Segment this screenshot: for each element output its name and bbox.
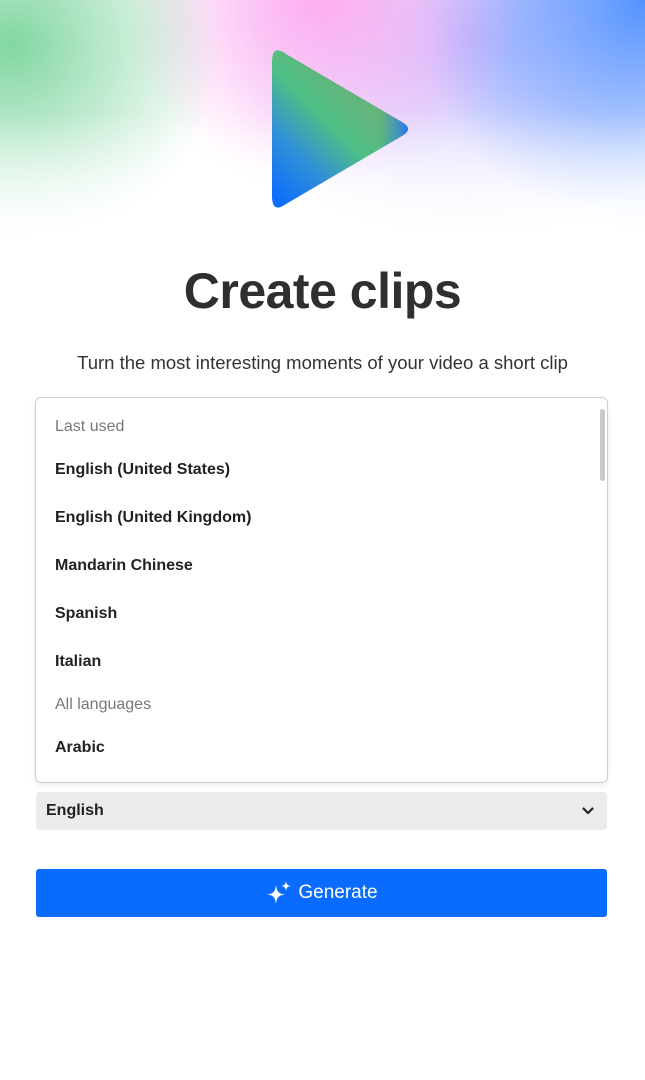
language-option-english-us[interactable]: English (United States) [55,461,230,479]
language-select-value: English [46,802,104,819]
language-option-mandarin[interactable]: Mandarin Chinese [55,557,193,575]
all-languages-header: All languages [55,696,152,713]
play-triangle-icon [272,50,408,208]
dropdown-scrollbar[interactable] [600,409,605,481]
chevron-down-icon [582,807,594,815]
language-option-arabic[interactable]: Arabic [55,739,105,757]
sparkle-icon [267,881,292,904]
language-option-english-uk[interactable]: English (United Kingdom) [55,509,251,527]
generate-button-label: Generate [298,882,378,903]
language-option-spanish[interactable]: Spanish [55,605,117,623]
generate-button[interactable]: Generate [36,869,607,917]
hero-gradient-banner [0,0,645,262]
language-dropdown-list[interactable]: Last used English (United States) Englis… [35,397,608,783]
last-used-header: Last used [55,418,125,435]
create-clips-page: Create clips Turn the most interesting m… [0,0,645,1080]
page-title: Create clips [183,263,462,319]
page-subtitle: Turn the most interesting moments of you… [77,352,568,373]
language-select[interactable]: English [36,792,607,830]
language-option-italian[interactable]: Italian [55,653,101,671]
